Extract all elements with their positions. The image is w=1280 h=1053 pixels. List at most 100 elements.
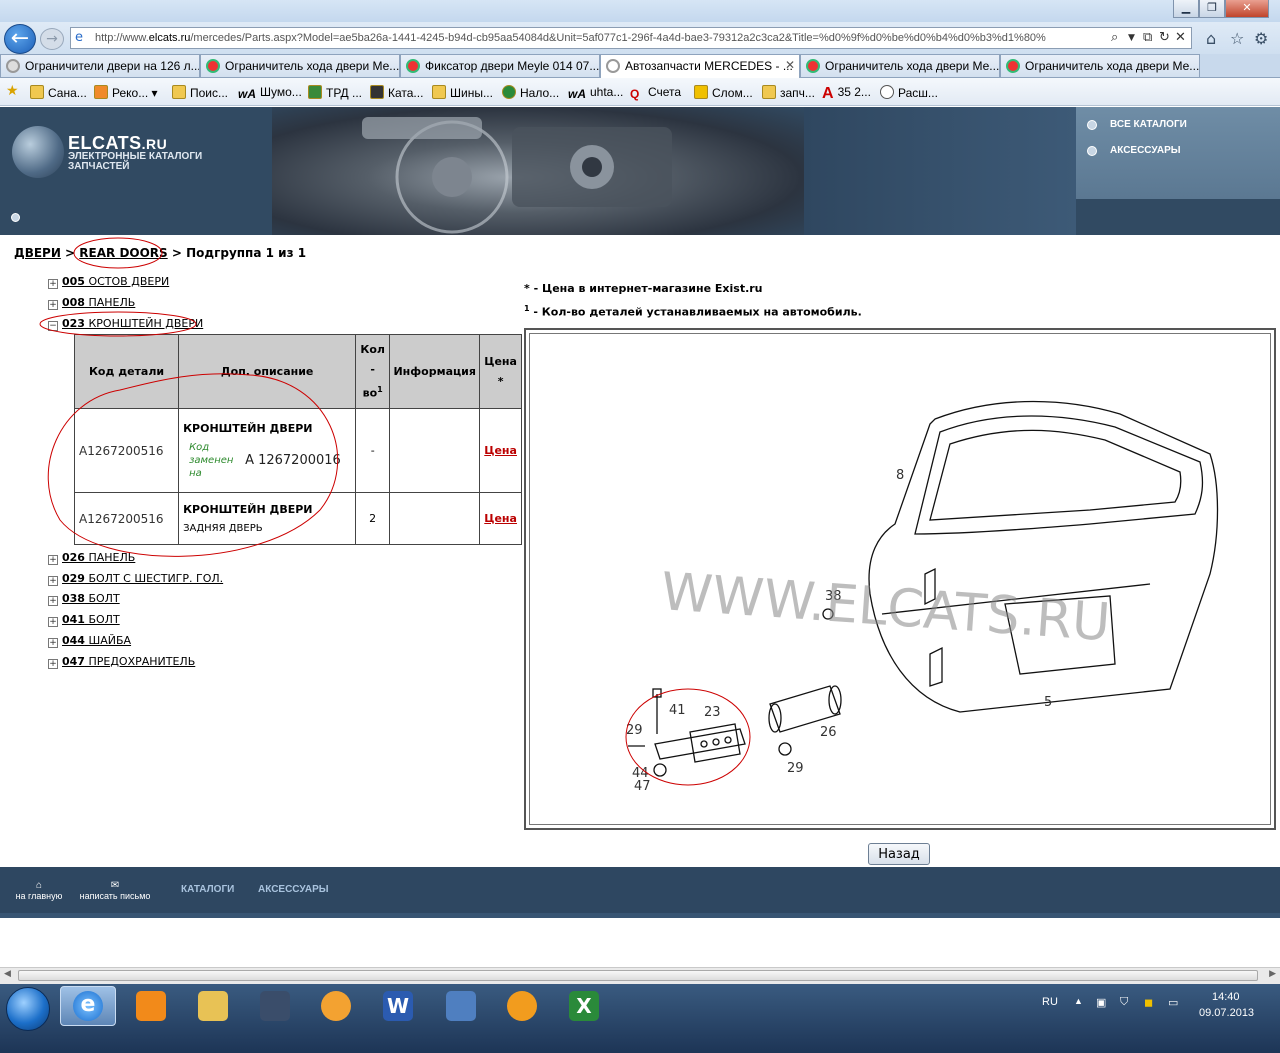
tray-expand-icon[interactable]: ▲ bbox=[1074, 996, 1083, 1006]
site-favicon-icon bbox=[1006, 59, 1020, 73]
favorite-link[interactable]: Слом... bbox=[694, 85, 753, 100]
stop-icon[interactable]: ✕ bbox=[1175, 30, 1186, 45]
tray-icon[interactable]: ◼ bbox=[1144, 996, 1153, 1009]
minimize-button[interactable]: ▁ bbox=[1173, 0, 1199, 18]
clock-date[interactable]: 09.07.2013 bbox=[1199, 1007, 1254, 1019]
home-icon[interactable]: ⌂ bbox=[1206, 29, 1216, 48]
globe-logo-icon bbox=[12, 126, 64, 178]
home-icon: ⌂ bbox=[35, 880, 43, 891]
back-arrow-icon[interactable]: ← bbox=[4, 24, 36, 54]
expand-icon[interactable]: + bbox=[48, 617, 58, 627]
footer-home-link[interactable]: ⌂ на главную bbox=[14, 880, 64, 901]
window-titlebar: ▁ ❐ ✕ bbox=[0, 0, 1280, 22]
tray-icon[interactable]: ▭ bbox=[1168, 996, 1178, 1009]
compat-icon[interactable]: ⧉ bbox=[1143, 30, 1152, 45]
favorite-link[interactable]: Сана... bbox=[30, 85, 87, 100]
browser-tab[interactable]: Ограничитель хода двери Ме... bbox=[200, 54, 400, 77]
tree-item-047[interactable]: +047 ПРЕДОХРАНИТЕЛЬ bbox=[48, 655, 195, 669]
favorites-star-icon[interactable]: ★ bbox=[6, 82, 19, 99]
close-tab-icon[interactable]: ✕ bbox=[785, 58, 795, 72]
tree-item-038[interactable]: +038 БОЛТ bbox=[48, 592, 120, 606]
callout-5: 5 bbox=[1044, 695, 1052, 710]
language-indicator[interactable]: RU bbox=[1042, 996, 1058, 1008]
word-icon[interactable]: W bbox=[383, 991, 413, 1021]
favorite-link[interactable]: Q Счета bbox=[630, 85, 681, 101]
tree-item-044[interactable]: +044 ШАЙБА bbox=[48, 634, 131, 648]
refresh-icon[interactable]: ↻ bbox=[1159, 30, 1170, 45]
browser-tab[interactable]: Ограничитель хода двери Ме... bbox=[800, 54, 1000, 77]
clock-time[interactable]: 14:40 bbox=[1212, 991, 1240, 1003]
expand-icon[interactable]: + bbox=[48, 638, 58, 648]
settings-gear-icon[interactable]: ⚙ bbox=[1254, 29, 1268, 48]
favorite-link[interactable]: A 35 2... bbox=[822, 85, 871, 102]
favorite-link[interactable]: Шины... bbox=[432, 85, 493, 100]
bracket-hole bbox=[700, 740, 708, 748]
door-check-bracket bbox=[654, 728, 746, 760]
tray-icon[interactable]: ▣ bbox=[1096, 996, 1106, 1009]
footer-accessories-link[interactable]: АКСЕССУАРЫ bbox=[258, 884, 329, 895]
tree-item-029[interactable]: +029 БОЛТ С ШЕСТИГР. ГОЛ. bbox=[48, 572, 223, 586]
callout-8: 8 bbox=[896, 468, 904, 483]
app-icon[interactable] bbox=[507, 991, 537, 1021]
annotation-rear-doors bbox=[73, 237, 163, 269]
scroll-thumb[interactable] bbox=[18, 970, 1258, 981]
expand-icon[interactable]: + bbox=[48, 659, 58, 669]
start-button-icon[interactable] bbox=[6, 987, 50, 1031]
scroll-left-icon[interactable]: ◀ bbox=[4, 969, 11, 979]
nav-all-catalogs[interactable]: ВСЕ КАТАЛОГИ bbox=[1087, 119, 1187, 130]
favorite-link[interactable]: Ката... bbox=[370, 85, 423, 100]
tree-item-041[interactable]: +041 БОЛТ bbox=[48, 613, 120, 627]
floppy-icon[interactable] bbox=[260, 991, 290, 1021]
browser-tab[interactable]: Ограничители двери на 126 л... bbox=[0, 54, 200, 77]
address-bar[interactable]: e http://www.elcats.ru/mercedes/Parts.as… bbox=[70, 27, 1192, 49]
diagram-canvas: 8 38 5 41 23 29 26 29 44 47 WWW.ELCATS.R… bbox=[529, 333, 1271, 825]
favorite-link[interactable]: Нало... bbox=[502, 85, 559, 100]
media-player-icon[interactable] bbox=[321, 991, 351, 1021]
page-favicon-icon bbox=[606, 59, 620, 73]
footer-strip bbox=[0, 913, 1280, 918]
callout-47: 47 bbox=[634, 779, 651, 794]
mercedes-star-icon bbox=[6, 59, 20, 73]
favorite-link[interactable]: ТРД ... bbox=[308, 85, 362, 100]
favorite-link[interactable]: запч... bbox=[762, 85, 815, 100]
hinge-bracket-lower bbox=[929, 646, 943, 687]
scroll-right-icon[interactable]: ▶ bbox=[1269, 969, 1276, 979]
tray-icon[interactable]: ⛉ bbox=[1120, 996, 1128, 1009]
back-button[interactable]: Назад bbox=[868, 843, 930, 865]
app-icon[interactable] bbox=[446, 991, 476, 1021]
close-window-button[interactable]: ✕ bbox=[1225, 0, 1269, 18]
engine-illustration bbox=[362, 117, 672, 234]
site-favicon-icon bbox=[806, 59, 820, 73]
excel-icon[interactable]: X bbox=[569, 991, 599, 1021]
note-price: * - Цена в интернет-магазине Exist.ru bbox=[524, 282, 763, 295]
restore-button[interactable]: ❐ bbox=[1199, 0, 1225, 18]
forward-arrow-icon[interactable]: → bbox=[40, 28, 64, 50]
annotation-parts-rows bbox=[47, 373, 339, 557]
favorites-star-icon[interactable]: ☆ bbox=[1230, 29, 1244, 48]
browser-tab-active[interactable]: Автозапчасти MERCEDES - ... ✕ bbox=[600, 54, 800, 78]
horizontal-scrollbar[interactable]: ◀ ▶ bbox=[0, 967, 1280, 984]
dropdown-icon[interactable]: ▼ bbox=[1128, 33, 1135, 43]
window-glass bbox=[929, 429, 1182, 521]
door-diagram-svg: 8 38 5 41 23 29 26 29 44 47 WWW.ELCATS.R… bbox=[625, 400, 1219, 794]
outlook-icon[interactable] bbox=[136, 991, 166, 1021]
search-icon[interactable]: ⌕ bbox=[1111, 30, 1118, 45]
favorite-link[interactable]: Поис... bbox=[172, 85, 228, 100]
header-fade bbox=[804, 107, 1076, 235]
footer-mail-link[interactable]: ✉ написать письмо bbox=[76, 880, 154, 901]
favorite-link[interactable]: Реко... ▾ bbox=[94, 85, 158, 100]
engine-photo bbox=[272, 107, 804, 235]
expand-icon[interactable]: + bbox=[48, 576, 58, 586]
browser-tab[interactable]: Фиксатор двери Meyle 014 07... bbox=[400, 54, 600, 77]
favorite-link[interactable]: wA Шумо... bbox=[238, 85, 302, 101]
folder-icon[interactable] bbox=[198, 991, 228, 1021]
internet-explorer-icon: e bbox=[73, 991, 103, 1021]
footer-catalogs-link[interactable]: КАТАЛОГИ bbox=[181, 884, 234, 895]
favorite-link[interactable]: wA uhta... bbox=[568, 85, 623, 101]
page-icon: e bbox=[75, 30, 83, 45]
favorite-link[interactable]: Расш... bbox=[880, 85, 938, 100]
browser-tab[interactable]: Ограничитель хода двери Ме... bbox=[1000, 54, 1200, 77]
expand-icon[interactable]: + bbox=[48, 596, 58, 606]
url-text[interactable]: http://www.elcats.ru/mercedes/Parts.aspx… bbox=[95, 32, 1095, 44]
nav-accessories[interactable]: АКСЕССУАРЫ bbox=[1087, 145, 1181, 156]
